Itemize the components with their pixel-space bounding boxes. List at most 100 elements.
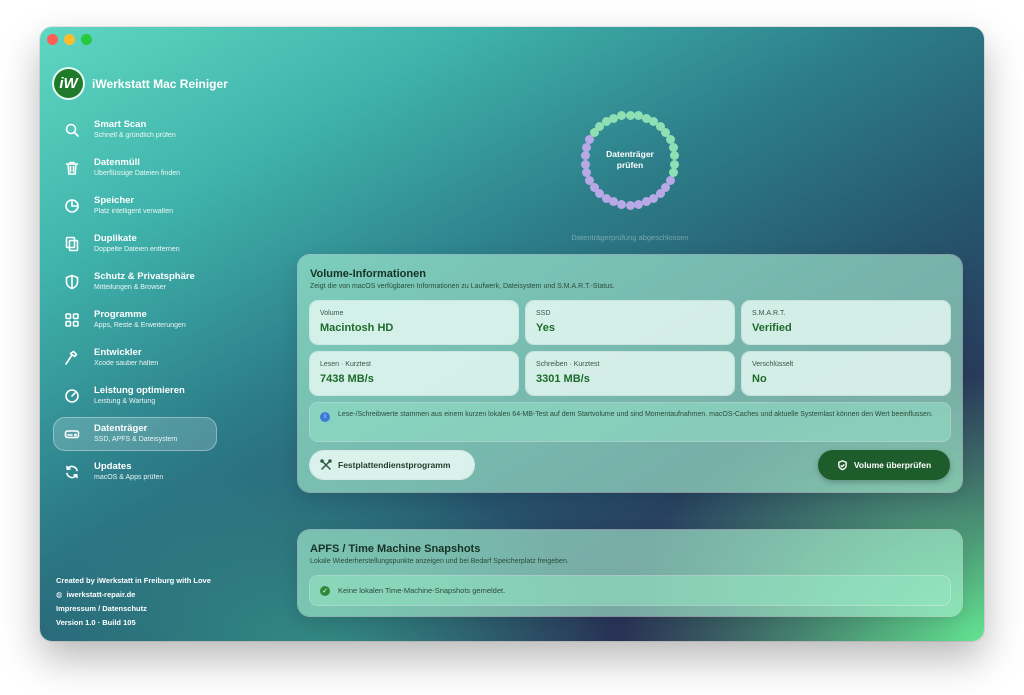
sidebar-item-subtitle: Doppelte Dateien entfernen xyxy=(94,246,180,253)
sidebar-item-title: Schutz & Privatsphäre xyxy=(94,271,195,282)
checkmark-icon: ✓ xyxy=(320,585,330,596)
brand: iW iWerkstatt Mac Reiniger xyxy=(54,69,228,98)
tile-value: No xyxy=(752,373,767,385)
refresh-icon xyxy=(63,463,81,481)
zoom-window-button[interactable] xyxy=(81,34,92,45)
tile-label: Verschlüsselt xyxy=(752,361,794,368)
sidebar-item-subtitle: SSD, APFS & Dateisystem xyxy=(94,436,178,443)
progress-dot xyxy=(580,151,590,161)
tile-label: S.M.A.R.T. xyxy=(752,310,786,317)
footer-legal-link[interactable]: Impressum / Datenschutz xyxy=(56,602,211,616)
tile-read-speed: Lesen · Kurztest 7438 MB/s xyxy=(310,352,518,395)
sidebar-item-updates[interactable]: Updates macOS & Apps prüfen xyxy=(53,455,217,489)
volume-card-subtitle: Zeigt die von macOS verfügbaren Informat… xyxy=(310,283,615,290)
search-icon xyxy=(63,121,81,139)
tile-volume: Volume Macintosh HD xyxy=(310,301,518,344)
disk-utility-label: Festplattendienstprogramm xyxy=(338,460,451,470)
snapshots-card-subtitle: Lokale Wiederherstellungspunkte anzeigen… xyxy=(310,558,569,565)
window-controls xyxy=(47,34,92,45)
app-logo: iW xyxy=(54,69,83,98)
disk-utility-button[interactable]: Festplattendienstprogramm xyxy=(310,451,474,479)
sidebar-item-subtitle: macOS & Apps prüfen xyxy=(94,474,164,481)
snapshots-card-title: APFS / Time Machine Snapshots xyxy=(310,543,481,555)
sidebar-item-subtitle: Xcode sauber halten xyxy=(94,360,159,367)
tile-value: 3301 MB/s xyxy=(536,373,590,385)
sidebar-item-smart-scan[interactable]: Smart Scan Schnell & gründlich prüfen xyxy=(53,113,217,147)
sidebar-item-subtitle: Überflüssige Dateien finden xyxy=(94,170,180,177)
sidebar-footer: Created by iWerkstatt in Freiburg with L… xyxy=(56,574,211,630)
duplicate-icon xyxy=(63,235,81,253)
footer-credit: Created by iWerkstatt in Freiburg with L… xyxy=(56,576,211,585)
footer-website-link[interactable]: ◍ iwerkstatt-repair.de xyxy=(56,588,211,602)
volume-info-card: Volume-Informationen Zeigt die von macOS… xyxy=(298,255,962,492)
tile-encryption: Verschlüsselt No xyxy=(742,352,950,395)
volume-tiles: Volume Macintosh HD SSD Yes S.M.A.R.T. Veri… xyxy=(310,301,950,395)
sidebar-item-title: Datenmüll xyxy=(94,157,140,168)
sidebar-item-title: Programme xyxy=(94,309,147,320)
sidebar-item-title: Entwickler xyxy=(94,347,142,358)
sidebar-item-duplikate[interactable]: Duplikate Doppelte Dateien entfernen xyxy=(53,227,217,261)
speed-test-note: i Lese-/Schreibwerte stammen aus einem k… xyxy=(310,403,950,441)
globe-icon: ◍ xyxy=(56,590,63,599)
snapshots-status: ✓ Keine lokalen Time-Machine-Snapshots g… xyxy=(310,576,950,605)
progress-dot xyxy=(585,175,595,185)
snapshots-card: APFS / Time Machine Snapshots Lokale Wie… xyxy=(298,530,962,616)
sidebar-item-title: Updates xyxy=(94,461,132,472)
verify-volume-button[interactable]: Volume überprüfen xyxy=(818,450,950,480)
footer-version: Version 1.0 · Build 105 xyxy=(56,618,136,627)
snapshots-status-text: Keine lokalen Time-Machine-Snapshots gem… xyxy=(338,586,506,595)
tile-ssd: SSD Yes xyxy=(526,301,734,344)
sidebar-item-title: Datenträger xyxy=(94,423,148,434)
progress-dot xyxy=(633,199,643,209)
sidebar-nav: Smart Scan Schnell & gründlich prüfen Dat… xyxy=(53,113,217,493)
progress-dot xyxy=(580,159,590,169)
sidebar-item-title: Speicher xyxy=(94,195,135,206)
tile-label: Schreiben · Kurztest xyxy=(536,361,600,368)
info-icon: i xyxy=(320,412,330,422)
sidebar-item-datenmuell[interactable]: Datenmüll Überflüssige Dateien finden xyxy=(53,151,217,185)
grid-icon xyxy=(63,311,81,329)
progress-dot xyxy=(582,167,592,177)
shield-icon xyxy=(63,273,81,291)
app-window: iW iWerkstatt Mac Reiniger Smart Scan Sch… xyxy=(40,27,984,641)
sidebar-item-title: Duplikate xyxy=(94,233,137,244)
hammer-icon xyxy=(63,349,81,367)
sidebar-item-subtitle: Leistung & Wartung xyxy=(94,398,156,405)
minimize-window-button[interactable] xyxy=(64,34,75,45)
volume-card-title: Volume-Informationen xyxy=(310,268,426,280)
gauge-icon xyxy=(63,387,81,405)
pie-chart-icon xyxy=(63,197,81,215)
sidebar-item-leistung[interactable]: Leistung optimieren Leistung & Wartung xyxy=(53,379,217,413)
scan-ring-label-line1: Datenträger xyxy=(606,149,654,159)
tile-value: 7438 MB/s xyxy=(320,373,374,385)
verify-volume-label: Volume überprüfen xyxy=(853,460,932,470)
disk-icon xyxy=(63,425,81,443)
trash-icon xyxy=(63,159,81,177)
tile-label: Lesen · Kurztest xyxy=(320,361,371,368)
sidebar-item-schutz[interactable]: Schutz & Privatsphäre Mitteilungen & Brow… xyxy=(53,265,217,299)
sidebar-item-subtitle: Mitteilungen & Browser xyxy=(94,284,166,291)
sidebar-item-subtitle: Schnell & gründlich prüfen xyxy=(94,132,176,139)
app-name: iWerkstatt Mac Reiniger xyxy=(92,76,228,91)
close-window-button[interactable] xyxy=(47,34,58,45)
shield-check-icon xyxy=(837,459,847,470)
scan-status-text: Datenträgerprüfung abgeschlossen xyxy=(571,233,689,242)
scan-ring-label-line2: prüfen xyxy=(616,160,644,170)
tile-smart: S.M.A.R.T. Verified xyxy=(742,301,950,344)
tile-label: Volume xyxy=(320,310,344,317)
progress-dot xyxy=(625,200,635,210)
tile-write-speed: Schreiben · Kurztest 3301 MB/s xyxy=(526,352,734,395)
tile-value: Yes xyxy=(536,322,555,334)
sidebar-item-speicher[interactable]: Speicher Platz intelligent verwalten xyxy=(53,189,217,223)
tools-icon xyxy=(320,459,332,470)
sidebar-item-title: Smart Scan xyxy=(94,119,147,130)
sidebar-item-programme[interactable]: Programme Apps, Reste & Erweiterungen xyxy=(53,303,217,337)
scan-progress-ring[interactable]: Datenträger prüfen xyxy=(580,110,680,210)
sidebar-item-title: Leistung optimieren xyxy=(94,385,185,396)
tile-value: Macintosh HD xyxy=(320,322,394,334)
sidebar-item-datentraeger[interactable]: Datenträger SSD, APFS & Dateisystem xyxy=(53,417,217,451)
sidebar-item-subtitle: Platz intelligent verwalten xyxy=(94,208,173,215)
sidebar-item-subtitle: Apps, Reste & Erweiterungen xyxy=(94,322,186,329)
sidebar-item-entwickler[interactable]: Entwickler Xcode sauber halten xyxy=(53,341,217,375)
speed-test-note-text: Lese-/Schreibwerte stammen aus einem kur… xyxy=(338,411,933,418)
